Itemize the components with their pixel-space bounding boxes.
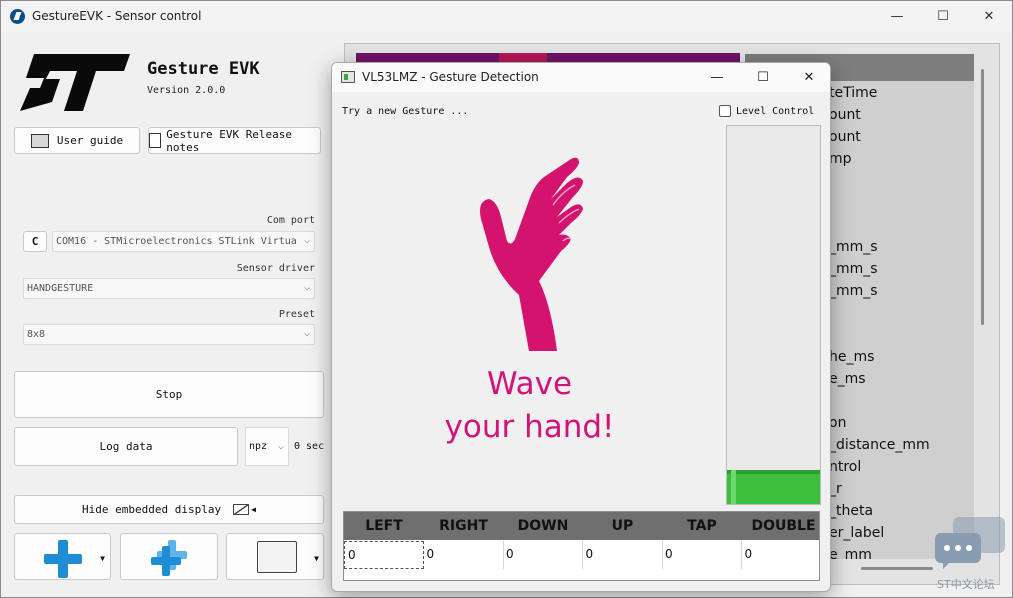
window-title: GestureEVK - Sensor control: [32, 9, 202, 23]
field-list-item[interactable]: _theta: [829, 503, 873, 519]
hide-display-label: Hide embedded display: [82, 503, 222, 516]
vertical-scrollbar[interactable]: [981, 69, 984, 325]
add-sensor-button[interactable]: ▼: [14, 533, 111, 580]
dropdown-arrow-icon: ▼: [314, 554, 319, 563]
sensor-driver-value: HANDGESTURE: [27, 283, 94, 294]
chevron-down-icon: ⌵: [277, 441, 284, 452]
wave-text-line2: your hand!: [444, 409, 615, 445]
log-format-value: npz: [249, 441, 268, 452]
gesture-count-cell[interactable]: 0: [583, 541, 663, 569]
field-list-item[interactable]: er_label: [829, 525, 884, 541]
windows-pointer-icon: [257, 541, 297, 573]
level-control-checkbox[interactable]: Level Control: [719, 105, 814, 117]
level-control-label: Level Control: [736, 105, 815, 117]
gesture-count-cell[interactable]: 0: [503, 541, 583, 569]
refresh-ports-button[interactable]: C: [23, 231, 47, 252]
user-guide-button[interactable]: User guide: [14, 127, 140, 154]
hidden-display-icon: [233, 504, 250, 515]
gesture-detection-dialog: VL53LMZ - Gesture Detection — ☐ ✕ Try a …: [331, 62, 831, 592]
field-list-item[interactable]: _mm_s: [829, 239, 878, 255]
dialog-title-bar: VL53LMZ - Gesture Detection — ☐ ✕: [332, 63, 830, 92]
checkbox-icon: [719, 105, 731, 117]
add-multiple-button[interactable]: [120, 533, 218, 580]
hide-display-button[interactable]: Hide embedded display ◀: [14, 495, 324, 524]
field-list-item[interactable]: e_mm: [829, 547, 872, 559]
com-port-select[interactable]: COM16 - STMicroelectronics STLink Virtua…: [52, 231, 315, 252]
display-select-button[interactable]: ▼: [226, 533, 324, 580]
document-icon: [149, 133, 162, 148]
gesture-count-cell[interactable]: 0: [742, 541, 820, 569]
dialog-maximize-button[interactable]: ☐: [740, 63, 786, 92]
preset-value: 8x8: [27, 329, 46, 340]
horizontal-scrollbar[interactable]: [861, 567, 933, 570]
forum-watermark: ST中文论坛: [937, 578, 995, 591]
log-duration: 0 sec: [294, 441, 325, 452]
plus-icon: [44, 540, 82, 578]
app-icon: [10, 9, 25, 24]
com-port-label: Com port: [266, 215, 315, 226]
field-list-item[interactable]: on: [829, 415, 846, 431]
gesture-table-header: LEFT RIGHT DOWN UP TAP DOUBLE: [344, 512, 819, 540]
release-notes-button[interactable]: Gesture EVK Release notes: [148, 127, 321, 154]
gesture-column-header: DOUBLE: [751, 518, 816, 534]
chevron-down-icon: ⌵: [303, 282, 310, 293]
gesture-column-header: TAP: [687, 518, 717, 534]
field-list-item[interactable]: _mm_s: [829, 261, 878, 277]
close-button[interactable]: ✕: [966, 1, 1012, 32]
app-name: Gesture EVK: [147, 59, 260, 79]
field-list-item[interactable]: teTime: [829, 85, 877, 101]
log-format-select[interactable]: npz ⌵: [245, 427, 289, 466]
st-logo: [20, 54, 130, 111]
title-bar: GestureEVK - Sensor control — ☐ ✕: [1, 1, 1012, 32]
field-list-item[interactable]: mp: [829, 151, 852, 167]
gesture-column-header: LEFT: [365, 518, 403, 534]
dialog-app-icon: [341, 71, 355, 83]
gesture-column-header: RIGHT: [439, 518, 488, 534]
refresh-icon: C: [31, 235, 39, 248]
field-list-item[interactable]: ount: [829, 129, 861, 145]
dialog-close-button[interactable]: ✕: [786, 63, 830, 92]
gesture-count-cell[interactable]: 0: [344, 541, 424, 569]
stop-button[interactable]: Stop: [14, 371, 324, 418]
dialog-title: VL53LMZ - Gesture Detection: [362, 70, 539, 84]
minimize-button[interactable]: —: [874, 1, 920, 32]
user-guide-label: User guide: [56, 134, 124, 147]
level-meter: [726, 125, 821, 505]
sensor-driver-select[interactable]: HANDGESTURE ⌵: [23, 278, 315, 299]
preset-select[interactable]: 8x8 ⌵: [23, 324, 315, 345]
gesture-column-header: UP: [611, 518, 634, 534]
book-icon: [30, 133, 49, 148]
dropdown-arrow-icon: ▼: [100, 554, 105, 563]
gesture-count-cell[interactable]: 0: [662, 541, 742, 569]
chevron-down-icon: ⌵: [303, 235, 310, 246]
gesture-count-cell[interactable]: 0: [424, 541, 504, 569]
field-list-item[interactable]: he_ms: [829, 349, 874, 365]
maximize-button[interactable]: ☐: [920, 1, 966, 32]
gesture-prompt: Try a new Gesture ...: [342, 106, 469, 117]
field-list-item[interactable]: ount: [829, 107, 861, 123]
plus-stack-icon: [151, 540, 189, 576]
gesture-column-header: DOWN: [517, 518, 569, 534]
waving-hand-icon: [480, 157, 583, 351]
field-list-item[interactable]: e_ms: [829, 371, 866, 387]
dialog-minimize-button[interactable]: —: [694, 63, 740, 92]
release-notes-label: Gesture EVK Release notes: [166, 127, 293, 154]
field-list-item[interactable]: _mm_s: [829, 283, 878, 299]
chevron-down-icon: ⌵: [303, 328, 310, 339]
com-port-value: COM16 - STMicroelectronics STLink Virtua: [56, 236, 297, 247]
log-data-button[interactable]: Log data: [14, 427, 238, 466]
app-version: Version 2.0.0: [147, 85, 226, 96]
gesture-count-table: LEFT RIGHT DOWN UP TAP DOUBLE 000000: [343, 511, 820, 581]
wave-text-line1: Wave: [486, 366, 573, 402]
field-list-item[interactable]: ntrol: [829, 459, 861, 475]
preset-label: Preset: [278, 309, 315, 320]
forum-chat-icon: [935, 517, 1005, 569]
field-list-item[interactable]: _distance_mm: [829, 437, 930, 453]
collapse-arrow-icon: ◀: [251, 505, 256, 514]
sensor-driver-label: Sensor driver: [236, 263, 315, 274]
level-meter-fill: [727, 469, 820, 505]
